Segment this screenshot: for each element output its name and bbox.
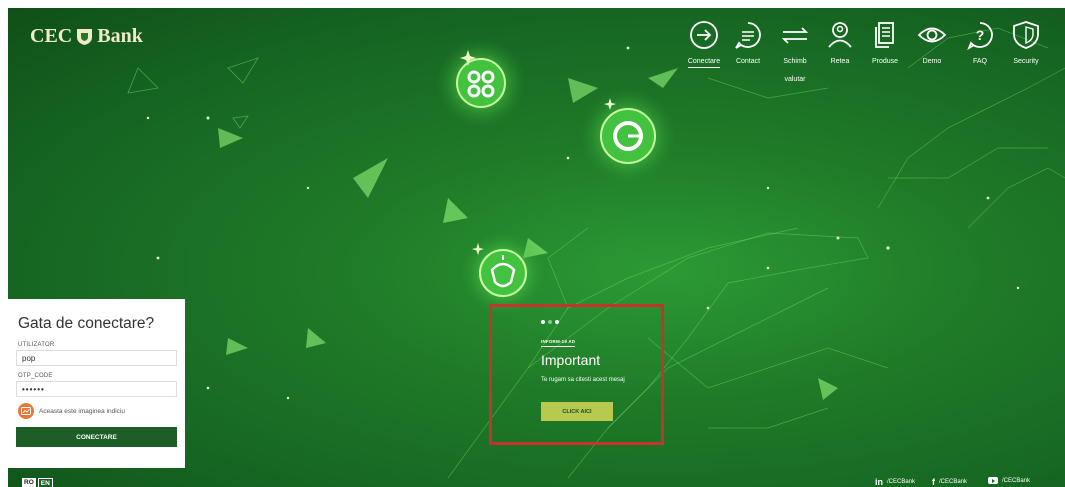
nav-label: Produse bbox=[871, 58, 899, 65]
brand-logo[interactable]: CEC Bank bbox=[30, 25, 143, 48]
brand-name-left: CEC bbox=[30, 25, 73, 47]
brand-name-right: Bank bbox=[97, 25, 143, 47]
crypto-icon-acorn bbox=[461, 231, 545, 315]
otp-field[interactable]: •••••• bbox=[16, 381, 177, 397]
social-link-facebook[interactable]: f /CECBank bbox=[932, 477, 967, 487]
social-handle: /CECBank bbox=[1002, 477, 1031, 484]
important-notice-box: INFORM-19 AD Important Te rugam sa cites… bbox=[489, 304, 664, 445]
nav-item-security[interactable]: Security bbox=[1000, 20, 1052, 68]
exchange-arrows-icon bbox=[781, 27, 809, 44]
carousel-dot[interactable] bbox=[548, 320, 552, 324]
social-link-linkedin[interactable]: in /CECBank bbox=[875, 477, 915, 487]
lang-en-button[interactable]: EN bbox=[37, 478, 53, 487]
nav-label: Security bbox=[1013, 58, 1039, 65]
username-field[interactable]: pop bbox=[16, 350, 177, 366]
nav-item-produse[interactable]: Produse bbox=[859, 20, 911, 68]
crypto-icon-ripple bbox=[436, 38, 526, 128]
nav-label: Retea bbox=[830, 58, 850, 65]
linkedin-icon: in bbox=[875, 477, 883, 487]
login-title: Gata de conectare? bbox=[18, 315, 155, 332]
svg-text:?: ? bbox=[976, 27, 985, 43]
carousel-dot[interactable] bbox=[541, 320, 545, 324]
eye-icon bbox=[917, 27, 947, 43]
notice-tag: INFORM-19 AD bbox=[541, 339, 576, 347]
click-here-button[interactable]: CLICK AICI bbox=[541, 402, 613, 421]
brand-shield-icon bbox=[77, 29, 93, 45]
nav-item-faq[interactable]: ? FAQ bbox=[954, 20, 1006, 68]
hint-image-row: Aceasta este imaginea indiciu bbox=[18, 403, 177, 419]
carousel-dot[interactable] bbox=[555, 320, 559, 324]
lang-ro-button[interactable]: RO bbox=[22, 478, 36, 487]
documents-icon bbox=[875, 22, 894, 48]
nav-label: Contact bbox=[735, 58, 761, 65]
nav-label: Schimb valutar bbox=[783, 58, 807, 83]
nav-label: Conectare bbox=[687, 58, 721, 68]
username-label: UTILIZATOR bbox=[18, 342, 55, 348]
nav-item-demo[interactable]: Demo bbox=[906, 20, 958, 68]
login-panel: Gata de conectare? UTILIZATOR pop OTP_CO… bbox=[8, 299, 185, 468]
facebook-icon: f bbox=[932, 477, 935, 487]
hint-text: Aceasta este imaginea indiciu bbox=[39, 407, 125, 415]
language-switcher: RO EN bbox=[22, 478, 53, 487]
connect-button[interactable]: CONECTARE bbox=[16, 427, 177, 447]
youtube-icon bbox=[988, 477, 998, 484]
login-arrow-icon bbox=[690, 21, 718, 49]
notice-title: Important bbox=[541, 352, 601, 368]
nav-label: FAQ bbox=[972, 58, 987, 65]
social-link-youtube[interactable]: /CECBank bbox=[988, 477, 1030, 484]
carousel-dots bbox=[541, 320, 559, 324]
shield-icon bbox=[1013, 21, 1039, 49]
notice-message: Te rugam sa citesti acest mesaj bbox=[541, 377, 625, 383]
nav-item-contact[interactable]: Contact bbox=[722, 20, 774, 68]
location-person-icon bbox=[828, 22, 852, 48]
otp-label: OTP_CODE bbox=[18, 373, 53, 379]
question-icon: ? bbox=[967, 22, 993, 50]
social-handle: /CECBank bbox=[887, 479, 916, 485]
chat-bubble-icon bbox=[735, 22, 761, 49]
crypto-icon-coin bbox=[580, 88, 676, 184]
nav-label: Demo bbox=[922, 58, 942, 65]
social-handle: /CECBank bbox=[939, 479, 968, 485]
hint-image-icon bbox=[18, 403, 34, 419]
page-frame: CEC Bank Conectare Contact Schimb valuta… bbox=[8, 8, 1065, 487]
